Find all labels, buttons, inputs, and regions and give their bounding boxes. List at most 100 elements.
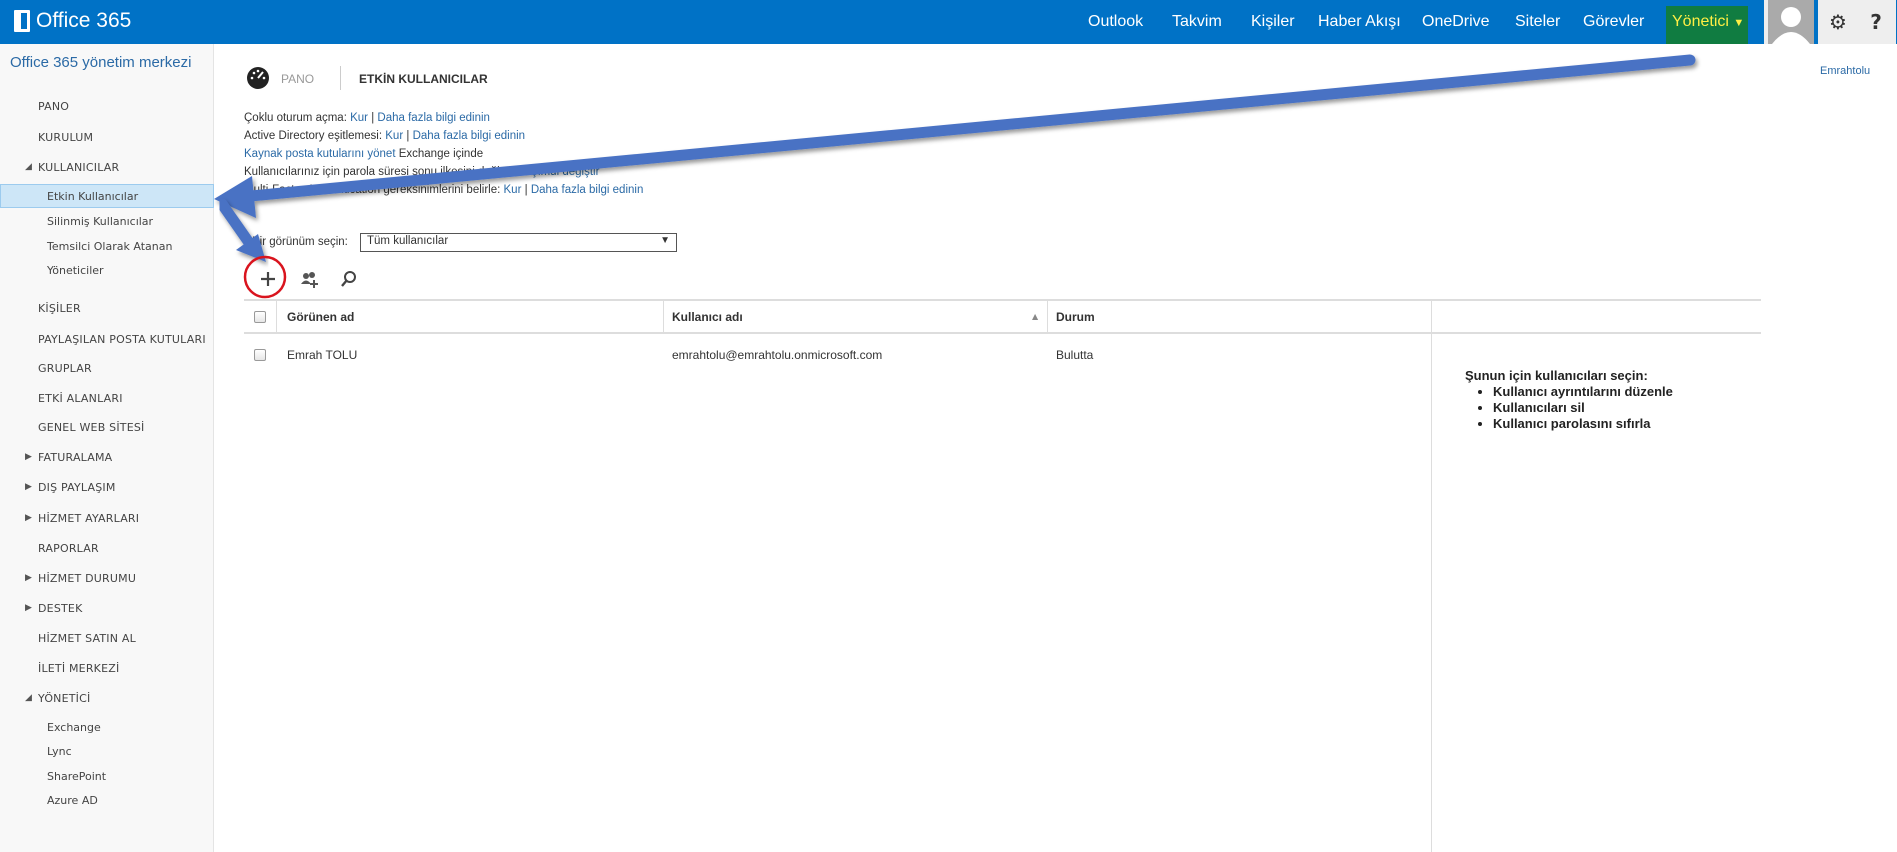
details-panel: Şunun için kullanıcıları seçin: Kullanıc… (1465, 368, 1673, 431)
nav-gorevler[interactable]: Görevler (1583, 0, 1644, 44)
sidebar-item-hizmet-satin-al[interactable]: HİZMET SATIN AL (38, 632, 136, 645)
table-header-border (244, 332, 1761, 334)
nav-admin-menu[interactable]: Yönetici ▼ (1666, 6, 1748, 44)
col-header-username[interactable]: Kullanıcı adı (672, 310, 743, 324)
info-mfa: Multi-Factor Authentication gereksinimle… (244, 184, 643, 196)
view-select[interactable]: Tüm kullanıcılar ▼ (360, 233, 677, 252)
mfa-setup-link[interactable]: Kur (504, 184, 522, 196)
help-icon[interactable]: ? (1856, 0, 1896, 44)
ad-setup-link[interactable]: Kur (385, 130, 403, 142)
label: Active Directory eşitlemesi: (244, 130, 383, 142)
ad-learn-more-link[interactable]: Daha fazla bilgi edinin (413, 130, 526, 142)
panel-item: Kullanıcı ayrıntılarını düzenle (1493, 384, 1673, 399)
sidebar-item-hizmet-durumu[interactable]: ▶ HİZMET DURUMU (25, 572, 137, 585)
search-icon[interactable] (340, 270, 358, 288)
collapsed-triangle-icon: ▶ (25, 603, 33, 613)
nav-siteler[interactable]: Siteler (1515, 0, 1560, 44)
label: FATURALAMA (38, 451, 113, 464)
sidebar-item-faturalama[interactable]: ▶ FATURALAMA (25, 451, 113, 464)
cell-display-name: Emrah TOLU (287, 348, 358, 362)
user-name-link[interactable]: Emrahtolu (1820, 65, 1870, 77)
sidebar-item-paylasilan[interactable]: PAYLAŞILAN POSTA KUTULARI (38, 333, 206, 346)
separator: | (406, 130, 410, 142)
sidebar-item-hizmet-ayarlari[interactable]: ▶ HİZMET AYARLARI (25, 512, 139, 525)
mfa-learn-more-link[interactable]: Daha fazla bilgi edinin (531, 184, 644, 196)
collapsed-triangle-icon: ▶ (25, 452, 33, 462)
panel-heading: Şunun için kullanıcıları seçin: (1465, 368, 1648, 383)
table-top-border (244, 299, 1761, 301)
sidebar-item-raporlar[interactable]: RAPORLAR (38, 542, 99, 555)
col-divider (276, 301, 277, 332)
sidebar-item-azure-ad[interactable]: Azure AD (47, 794, 98, 807)
sort-asc-icon[interactable]: ▲ (1032, 312, 1038, 321)
info-ad-sync: Active Directory eşitlemesi: Kur | Daha … (244, 130, 525, 142)
sidebar-title: Office 365 yönetim merkezi (10, 54, 192, 71)
sidebar-item-kisiler[interactable]: KİŞİLER (38, 302, 81, 315)
caret-down-icon: ▼ (660, 235, 670, 246)
select-all-checkbox[interactable] (254, 311, 266, 323)
nav-outlook[interactable]: Outlook (1088, 0, 1143, 44)
office-logo-icon (14, 10, 30, 32)
sidebar: Office 365 yönetim merkezi PANO KURULUM … (0, 44, 214, 852)
label: Multi-Factor Authentication gereksinimle… (244, 184, 501, 196)
add-user-button[interactable] (258, 269, 278, 289)
details-panel-divider (1431, 301, 1432, 852)
sidebar-item-kullanicilar[interactable]: ◢ KULLANICILAR (25, 161, 120, 174)
manage-mailboxes-link[interactable]: Kaynak posta kutularını yönet (244, 148, 396, 160)
collapsed-triangle-icon: ▶ (25, 482, 33, 492)
info-password: Kullanıcılarınız için parola süresi sonu… (244, 166, 599, 178)
sidebar-item-etkin-kullanicilar[interactable]: Etkin Kullanıcılar (47, 190, 138, 203)
sidebar-item-yonetici[interactable]: ◢ YÖNETİCİ (25, 692, 90, 705)
separator: | (371, 112, 375, 124)
person-icon (1772, 7, 1810, 44)
sidebar-item-silinmis-kullanicilar[interactable]: Silinmiş Kullanıcılar (47, 215, 153, 228)
selected-value: Tüm kullanıcılar (367, 235, 449, 247)
gear-icon[interactable]: ⚙ (1818, 0, 1858, 44)
label: HİZMET DURUMU (38, 572, 137, 585)
nav-onedrive[interactable]: OneDrive (1422, 0, 1490, 44)
sso-setup-link[interactable]: Kur (350, 112, 368, 124)
sidebar-item-sharepoint[interactable]: SharePoint (47, 770, 106, 783)
label: Kullanıcılarınız için parola süresi sonu… (244, 166, 528, 178)
sidebar-item-ileti-merkezi[interactable]: İLETİ MERKEZİ (38, 662, 119, 675)
sidebar-item-gruplar[interactable]: GRUPLAR (38, 362, 92, 375)
office365-logo[interactable]: Office 365 (14, 9, 131, 33)
sidebar-item-exchange[interactable]: Exchange (47, 721, 101, 734)
nav-haber-akisi[interactable]: Haber Akışı (1318, 0, 1401, 44)
label: Çoklu oturum açma: (244, 112, 347, 124)
sidebar-item-lync[interactable]: Lync (47, 745, 72, 758)
dashboard-icon[interactable] (246, 66, 270, 90)
sidebar-item-destek[interactable]: ▶ DESTEK (25, 602, 83, 615)
sidebar-item-genel-web[interactable]: GENEL WEB SİTESİ (38, 421, 144, 434)
sidebar-item-dis-paylasim[interactable]: ▶ DIŞ PAYLAŞIM (25, 481, 116, 494)
sidebar-item-pano[interactable]: PANO (38, 100, 69, 113)
logo-text: Office 365 (36, 9, 132, 32)
breadcrumb-pano[interactable]: PANO (281, 72, 314, 86)
col-header-display-name[interactable]: Görünen ad (287, 310, 354, 324)
page-title: ETKİN KULLANICILAR (359, 72, 488, 86)
cell-status: Bulutta (1056, 348, 1094, 362)
col-header-status[interactable]: Durum (1056, 310, 1095, 324)
label: KULLANICILAR (38, 161, 120, 174)
user-avatar[interactable] (1764, 0, 1814, 44)
sidebar-item-kurulum[interactable]: KURULUM (38, 131, 93, 144)
caret-down-icon: ▼ (1733, 17, 1745, 29)
col-divider (663, 301, 664, 332)
bulk-add-users-icon[interactable] (300, 270, 320, 290)
info-sso: Çoklu oturum açma: Kur | Daha fazla bilg… (244, 112, 490, 124)
nav-takvim[interactable]: Takvim (1172, 0, 1222, 44)
nav-kisiler[interactable]: Kişiler (1251, 0, 1295, 44)
collapsed-triangle-icon: ▶ (25, 513, 33, 523)
separator: | (524, 184, 528, 196)
panel-item: Kullanıcı parolasını sıfırla (1493, 416, 1673, 431)
sso-learn-more-link[interactable]: Daha fazla bilgi edinin (377, 112, 490, 124)
change-now-link[interactable]: Şimdi değiştir (530, 166, 599, 178)
sidebar-item-etki-alanlari[interactable]: ETKİ ALANLARI (38, 392, 123, 405)
sidebar-item-yoneticiler[interactable]: Yöneticiler (47, 264, 104, 277)
sidebar-item-temsilci[interactable]: Temsilci Olarak Atanan (47, 240, 172, 253)
col-divider (1047, 301, 1048, 332)
top-bar: Office 365 Outlook Takvim Kişiler Haber … (0, 0, 1897, 44)
row-checkbox[interactable] (254, 349, 266, 361)
label: DIŞ PAYLAŞIM (38, 481, 116, 494)
label: DESTEK (38, 602, 83, 615)
